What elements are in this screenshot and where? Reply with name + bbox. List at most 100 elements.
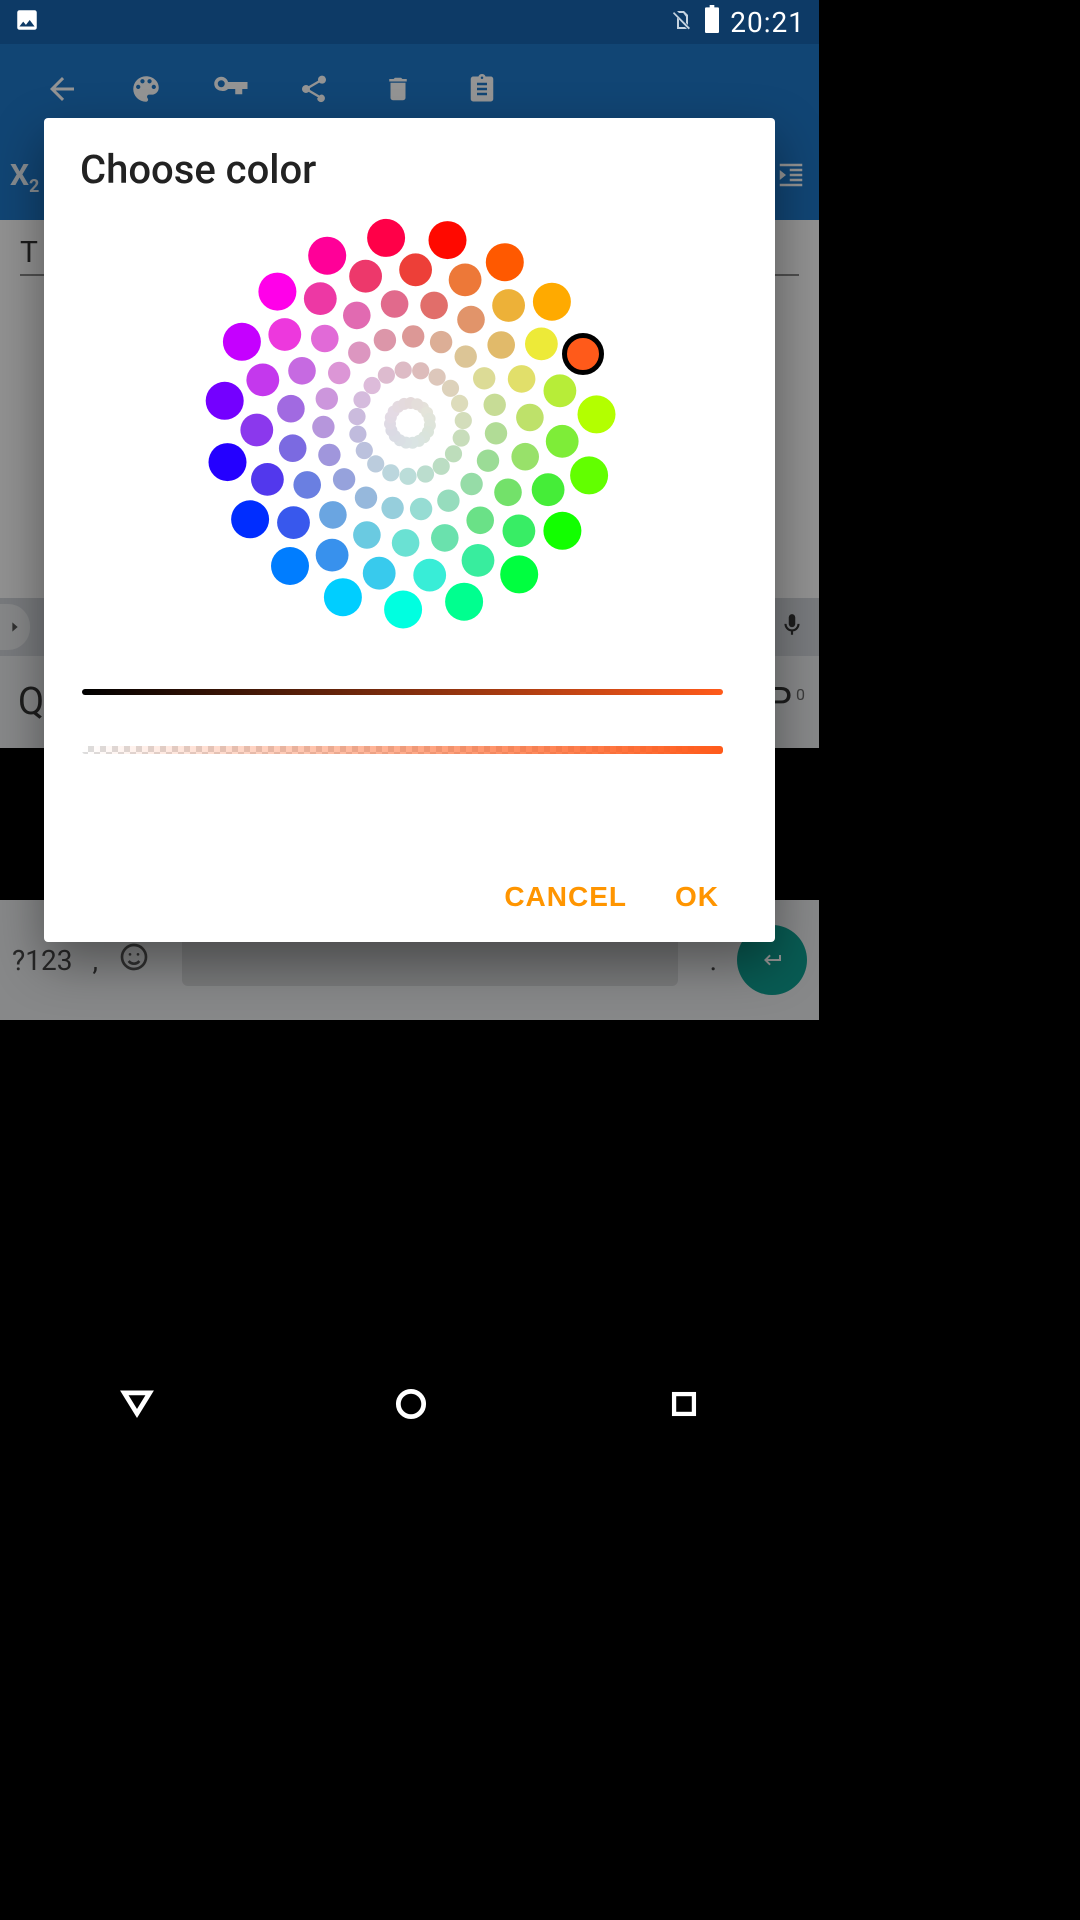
color-swatch[interactable] (428, 221, 466, 259)
color-swatch[interactable] (362, 557, 395, 590)
color-swatch[interactable] (445, 583, 483, 621)
color-swatch[interactable] (429, 331, 451, 353)
color-swatch[interactable] (328, 362, 350, 384)
color-swatch[interactable] (391, 529, 419, 557)
color-swatch[interactable] (507, 365, 535, 393)
color-swatch[interactable] (543, 374, 576, 407)
color-swatch[interactable] (312, 416, 334, 438)
color-swatch[interactable] (311, 325, 339, 353)
color-swatch[interactable] (278, 434, 306, 462)
color-swatch[interactable] (367, 219, 405, 257)
color-swatch[interactable] (315, 388, 337, 410)
color-swatch[interactable] (271, 547, 309, 585)
color-swatch[interactable] (240, 414, 273, 447)
color-swatch[interactable] (411, 398, 423, 410)
color-swatch[interactable] (258, 273, 296, 311)
color-swatch[interactable] (409, 498, 431, 520)
color-swatch[interactable] (448, 264, 481, 297)
color-swatch[interactable] (525, 328, 558, 361)
color-swatch[interactable] (394, 362, 411, 379)
color-swatch[interactable] (466, 507, 494, 535)
color-swatch[interactable] (444, 445, 461, 462)
color-swatch[interactable] (205, 382, 243, 420)
color-swatch[interactable] (431, 524, 459, 552)
color-swatch[interactable] (570, 456, 608, 494)
nav-back-button[interactable] (118, 1385, 156, 1427)
cancel-button[interactable]: CANCEL (504, 881, 627, 913)
color-swatch[interactable] (484, 422, 506, 444)
color-swatch[interactable] (399, 253, 432, 286)
color-swatch[interactable] (399, 468, 416, 485)
color-swatch[interactable] (246, 364, 279, 397)
ok-button[interactable]: OK (675, 881, 719, 913)
color-swatch[interactable] (318, 444, 340, 466)
color-swatch[interactable] (373, 329, 395, 351)
color-swatch[interactable] (532, 283, 570, 321)
color-swatch[interactable] (451, 395, 468, 412)
color-swatch[interactable] (303, 282, 336, 315)
color-swatch[interactable] (402, 325, 424, 347)
color-swatch[interactable] (363, 377, 380, 394)
color-swatch[interactable] (382, 464, 399, 481)
color-swatch[interactable] (319, 501, 347, 529)
color-swatch[interactable] (492, 289, 525, 322)
color-swatch[interactable] (380, 290, 408, 318)
color-swatch[interactable] (454, 345, 476, 367)
color-swatch[interactable] (452, 429, 469, 446)
color-swatch[interactable] (545, 425, 578, 458)
color-swatch[interactable] (251, 463, 284, 496)
color-swatch[interactable] (416, 465, 433, 482)
color-swatch[interactable] (413, 559, 446, 592)
color-swatch[interactable] (485, 243, 523, 281)
color-swatch[interactable] (432, 458, 449, 475)
nav-home-button[interactable] (392, 1385, 430, 1427)
color-swatch[interactable] (483, 394, 505, 416)
color-swatch[interactable] (348, 342, 370, 364)
color-swatch[interactable] (355, 442, 372, 459)
color-swatch[interactable] (564, 335, 602, 373)
color-swatch[interactable] (277, 395, 305, 423)
color-swatch[interactable] (457, 306, 485, 334)
color-swatch[interactable] (500, 555, 538, 593)
color-swatch[interactable] (577, 395, 615, 433)
color-swatch[interactable] (487, 331, 515, 359)
color-swatch[interactable] (308, 237, 346, 275)
color-swatch[interactable] (288, 357, 316, 385)
color-swatch[interactable] (473, 367, 495, 389)
color-swatch[interactable] (461, 544, 494, 577)
color-swatch[interactable] (349, 426, 366, 443)
color-swatch[interactable] (437, 490, 459, 512)
color-swatch[interactable] (511, 443, 539, 471)
color-swatch[interactable] (502, 515, 535, 548)
color-swatch[interactable] (348, 408, 365, 425)
color-swatch[interactable] (315, 539, 348, 572)
color-swatch[interactable] (381, 497, 403, 519)
color-wheel[interactable] (80, 203, 739, 643)
color-swatch[interactable] (323, 578, 361, 616)
color-swatch[interactable] (268, 318, 301, 351)
color-swatch[interactable] (454, 412, 471, 429)
color-swatch[interactable] (531, 473, 564, 506)
alpha-slider[interactable] (82, 733, 737, 767)
color-swatch[interactable] (349, 260, 382, 293)
color-swatch[interactable] (494, 479, 522, 507)
color-swatch[interactable] (353, 391, 370, 408)
color-swatch[interactable] (208, 443, 246, 481)
color-swatch[interactable] (353, 521, 381, 549)
color-swatch[interactable] (543, 512, 581, 550)
color-swatch[interactable] (293, 471, 321, 499)
color-swatch[interactable] (354, 487, 376, 509)
brightness-slider[interactable] (82, 675, 737, 709)
color-swatch[interactable] (476, 450, 498, 472)
color-swatch[interactable] (343, 302, 371, 330)
color-swatch[interactable] (441, 380, 458, 397)
color-swatch[interactable] (516, 404, 544, 432)
color-swatch[interactable] (367, 455, 384, 472)
color-swatch[interactable] (460, 473, 482, 495)
color-swatch[interactable] (420, 292, 448, 320)
color-swatch[interactable] (428, 369, 445, 386)
color-swatch[interactable] (384, 591, 422, 629)
color-swatch[interactable] (412, 362, 429, 379)
color-swatch[interactable] (222, 323, 260, 361)
color-swatch[interactable] (231, 500, 269, 538)
